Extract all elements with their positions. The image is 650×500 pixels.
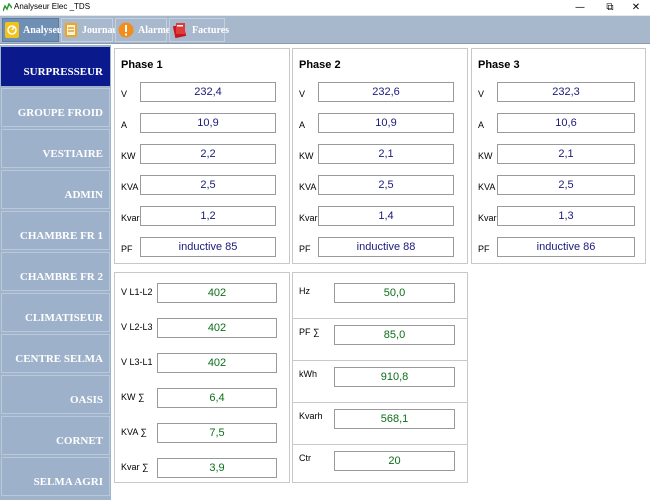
- v-l2-l3-value: 402: [157, 318, 277, 338]
- sidebar-item-cornet[interactable]: CORNET: [1, 416, 110, 455]
- row-label: V: [478, 89, 485, 99]
- current-value: 10,9: [318, 113, 454, 133]
- phase-1-panel: Phase 1 V 232,4 A 10,9 KW 2,2 KVA 2,5 Kv…: [114, 48, 290, 264]
- phase-title: Phase 1: [121, 59, 163, 71]
- gauge-icon: [5, 21, 19, 39]
- minimize-button[interactable]: —: [566, 0, 594, 16]
- row-label: V: [299, 89, 306, 99]
- sidebar-item-climatiseur[interactable]: CLIMATISEUR: [1, 293, 110, 332]
- row-label: KW ∑: [121, 392, 145, 402]
- line-voltage-panel: V L1-L2 402 V L2-L3 402 V L3-L1 402 KW ∑…: [114, 272, 290, 483]
- row-label: KVA: [121, 182, 139, 192]
- row-label: Kvar ∑: [121, 462, 149, 472]
- sidebar-item-vestiaire[interactable]: VESTIAIRE: [1, 129, 110, 168]
- sidebar: SURPRESSEUR GROUPE FROID VESTIAIRE ADMIN…: [0, 45, 111, 500]
- kw-value: 2,1: [497, 144, 635, 164]
- pf-total-value: 85,0: [334, 325, 455, 345]
- row-label: PF: [299, 244, 311, 254]
- kvar-value: 1,2: [140, 206, 276, 226]
- row-label: KVA ∑: [121, 427, 147, 437]
- voltage-value: 232,4: [140, 82, 276, 102]
- app-logo-icon: [3, 3, 12, 12]
- global-measures-panel: Hz 50,0 PF ∑ 85,0 kWh 910,8 Kvarh 568,1 …: [292, 272, 468, 483]
- current-value: 10,6: [497, 113, 635, 133]
- window-title: Analyseur Elec _TDS: [14, 2, 91, 11]
- tab-label: Factures: [192, 24, 230, 36]
- phase-3-panel: Phase 3 V 232,3 A 10,6 KW 2,1 KVA 2,5 Kv…: [471, 48, 646, 264]
- v-l1-l2-value: 402: [157, 283, 277, 303]
- voltage-value: 232,3: [497, 82, 635, 102]
- row-label: Kvar: [299, 213, 318, 223]
- row-label: A: [478, 120, 485, 130]
- phase-title: Phase 3: [478, 59, 520, 71]
- kwh-value: 910,8: [334, 367, 455, 387]
- row-label: PF: [121, 244, 133, 254]
- frequency-value: 50,0: [334, 283, 455, 303]
- maximize-button[interactable]: ⧉: [596, 0, 624, 16]
- row-label: V: [121, 89, 128, 99]
- row-label: KVA: [478, 182, 496, 192]
- kw-value: 2,2: [140, 144, 276, 164]
- kw-value: 2,1: [318, 144, 454, 164]
- row-label: KVA: [299, 182, 317, 192]
- pf-value: inductive 85: [140, 237, 276, 257]
- phase-2-panel: Phase 2 V 232,6 A 10,9 KW 2,1 KVA 2,5 Kv…: [292, 48, 468, 264]
- kw-total-value: 6,4: [157, 388, 277, 408]
- row-label: V L1-L2: [121, 287, 153, 297]
- row-label: V L2-L3: [121, 322, 153, 332]
- row-label: KW: [299, 151, 314, 161]
- row-label: Kvarh: [299, 411, 323, 421]
- row-separator: [293, 318, 467, 319]
- row-label: Kvar: [121, 213, 140, 223]
- title-bar: Analyseur Elec _TDS — ⧉ ✕: [0, 0, 650, 16]
- kvarh-value: 568,1: [334, 409, 455, 429]
- kva-value: 2,5: [140, 175, 276, 195]
- row-label: Kvar: [478, 213, 497, 223]
- kvar-total-value: 3,9: [157, 458, 277, 478]
- sidebar-item-admin[interactable]: ADMIN: [1, 170, 110, 209]
- kva-value: 2,5: [497, 175, 635, 195]
- journal-icon: [64, 21, 78, 39]
- kvar-value: 1,3: [497, 206, 635, 226]
- counter-value: 20: [334, 451, 455, 471]
- row-label: Hz: [299, 286, 310, 296]
- row-label: KW: [478, 151, 493, 161]
- row-label: A: [121, 120, 128, 130]
- row-label: Ctr: [299, 453, 311, 463]
- sidebar-item-chambre-fr-2[interactable]: CHAMBRE FR 2: [1, 252, 110, 291]
- tab-analyseurs[interactable]: Analyseurs: [2, 18, 71, 42]
- sidebar-item-surpresseur[interactable]: SURPRESSEUR: [1, 47, 110, 86]
- kvar-value: 1,4: [318, 206, 454, 226]
- kva-total-value: 7,5: [157, 423, 277, 443]
- row-label: PF: [478, 244, 490, 254]
- sidebar-item-selma-agri[interactable]: SELMA AGRI: [1, 457, 110, 496]
- v-l3-l1-value: 402: [157, 353, 277, 373]
- row-label: KW: [121, 151, 136, 161]
- row-label: A: [299, 120, 306, 130]
- pf-value: inductive 86: [497, 237, 635, 257]
- tab-factures[interactable]: Factures: [169, 18, 229, 42]
- row-separator: [293, 360, 467, 361]
- row-label: V L3-L1: [121, 357, 153, 367]
- current-value: 10,9: [140, 113, 276, 133]
- alarm-icon: [118, 21, 134, 39]
- row-label: PF ∑: [299, 327, 320, 337]
- close-button[interactable]: ✕: [622, 0, 650, 16]
- pf-value: inductive 88: [318, 237, 454, 257]
- row-separator: [293, 444, 467, 445]
- toolbar: Analyseurs Journaux Alarmes Factures: [0, 16, 650, 44]
- tab-alarmes[interactable]: Alarmes: [115, 18, 174, 42]
- kva-value: 2,5: [318, 175, 454, 195]
- row-label: kWh: [299, 369, 317, 379]
- sidebar-item-oasis[interactable]: OASIS: [1, 375, 110, 414]
- sidebar-item-groupe-froid[interactable]: GROUPE FROID: [1, 88, 110, 127]
- sidebar-item-centre-selma[interactable]: CENTRE SELMA: [1, 334, 110, 373]
- tab-journaux[interactable]: Journaux: [61, 18, 123, 42]
- phase-title: Phase 2: [299, 59, 341, 71]
- sidebar-item-chambre-fr-1[interactable]: CHAMBRE FR 1: [1, 211, 110, 250]
- row-separator: [293, 402, 467, 403]
- voltage-value: 232,6: [318, 82, 454, 102]
- invoice-icon: [172, 21, 188, 39]
